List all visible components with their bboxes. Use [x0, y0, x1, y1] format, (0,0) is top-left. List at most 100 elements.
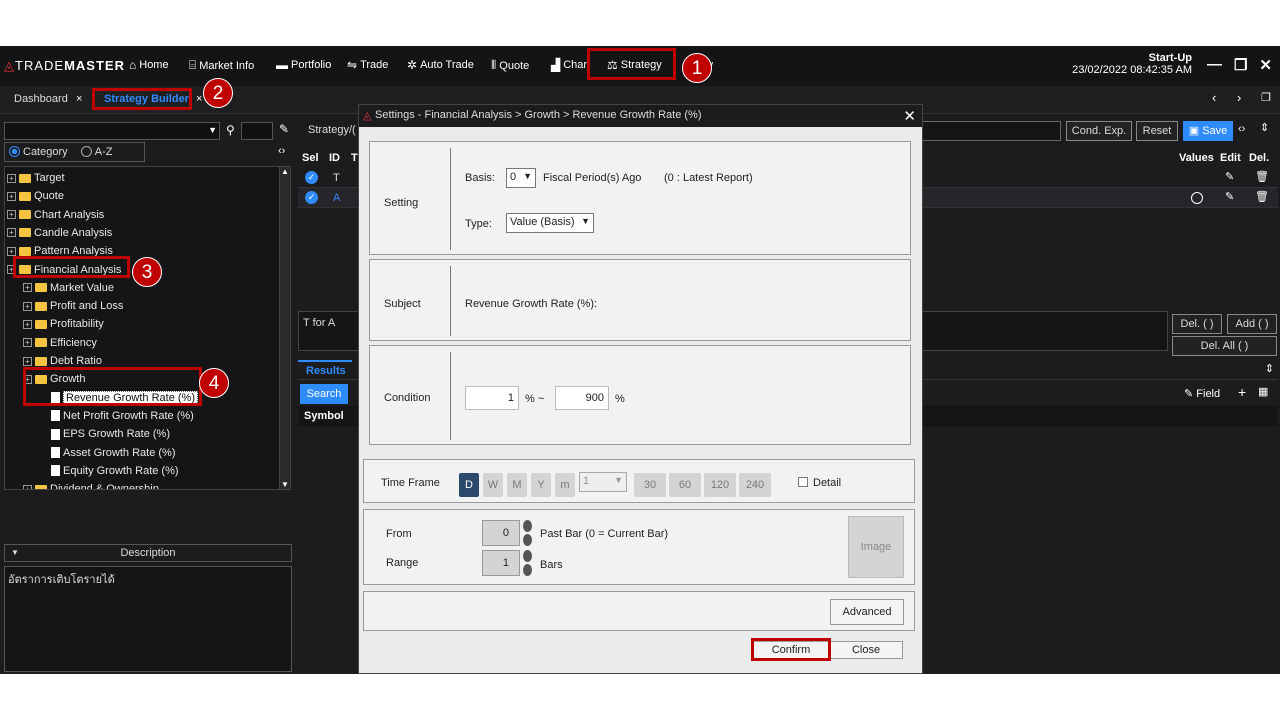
search-input[interactable] [241, 122, 273, 140]
document-icon [51, 428, 60, 440]
tf-30-button[interactable]: 30 [634, 473, 666, 497]
expand-toggle-icon[interactable]: + [23, 283, 32, 293]
type-select[interactable]: Value (Basis) ▼ [506, 213, 594, 233]
tf-day-button[interactable]: D [459, 473, 479, 497]
expand-toggle-icon[interactable]: + [23, 338, 32, 348]
strategy-name-input[interactable] [916, 121, 1061, 141]
condition-min-input[interactable]: 1 [465, 386, 519, 410]
tab-dashboard[interactable]: Dashboard [14, 93, 68, 105]
tf-minute-button[interactable]: m [555, 473, 575, 497]
close-icon[interactable]: × [196, 93, 202, 105]
range-stepper[interactable]: 1 [482, 550, 520, 576]
tf-week-button[interactable]: W [483, 473, 503, 497]
close-icon[interactable]: ✕ [903, 107, 916, 125]
tree-item[interactable]: + Profit and Loss [23, 297, 123, 315]
value-circle-icon[interactable] [1191, 192, 1203, 204]
grid-icon[interactable]: ▦ [1258, 385, 1268, 398]
del-all-button[interactable]: Del. All ( ) [1172, 336, 1277, 356]
tree-item[interactable]: EPS Growth Rate (%) [39, 425, 170, 443]
expand-toggle-icon[interactable]: + [7, 210, 16, 220]
code-icon[interactable]: ‹› [1238, 123, 1245, 135]
tree-item[interactable]: + Candle Analysis [7, 224, 112, 242]
field-button[interactable]: ✎ Field [1184, 387, 1220, 400]
minute-select[interactable]: 1 ▼ [579, 472, 627, 492]
chevron-left-icon[interactable]: ‹ [1212, 90, 1216, 105]
nav-home[interactable]: ⌂ Home [129, 58, 169, 72]
del-paren-button[interactable]: Del. ( ) [1172, 314, 1222, 334]
tree-item-label: Target [34, 172, 65, 184]
tree-item[interactable]: + Efficiency [23, 334, 97, 352]
restore-icon[interactable]: ❐ [1234, 56, 1247, 74]
tree-item[interactable]: Net Profit Growth Rate (%) [39, 407, 194, 425]
tree-item[interactable]: + Chart Analysis [7, 206, 104, 224]
nav-auto-trade[interactable]: ✲ Auto Trade [407, 58, 474, 72]
expand-toggle-icon[interactable]: + [23, 301, 32, 311]
search-button[interactable]: Search [300, 384, 348, 404]
expand-icon[interactable]: ⇕ [1265, 362, 1274, 375]
tree-item[interactable]: + Profitability [23, 315, 104, 333]
tree-item[interactable]: + Dividend & Ownership [23, 480, 159, 489]
tree-item[interactable]: + Target [7, 169, 65, 187]
stepper-arrows-icon[interactable] [523, 520, 532, 546]
add-paren-button[interactable]: Add ( ) [1227, 314, 1277, 334]
category-dropdown[interactable]: ▼ [4, 122, 220, 140]
tree-item[interactable]: + Market Value [23, 279, 114, 297]
expand-toggle-icon[interactable]: + [7, 228, 16, 238]
pencil-icon[interactable]: ✎ [1225, 170, 1234, 183]
stepper-arrows-icon[interactable] [523, 550, 532, 576]
cond-exp-button[interactable]: Cond. Exp. [1066, 121, 1132, 141]
tree-item[interactable]: Asset Growth Rate (%) [39, 444, 175, 462]
tf-240-button[interactable]: 240 [739, 473, 771, 497]
description-header[interactable]: ▼ Description [4, 544, 292, 562]
windows-icon[interactable]: ❐ [1261, 91, 1271, 104]
tf-month-button[interactable]: M [507, 473, 527, 497]
expand-icon[interactable]: ⇕ [1260, 121, 1269, 134]
tree-scrollbar[interactable]: ▲ ▼ [279, 166, 291, 490]
tf-year-button[interactable]: Y [531, 473, 551, 497]
minimize-icon[interactable]: — [1207, 56, 1222, 74]
pencil-icon[interactable]: ✎ [1225, 190, 1234, 203]
save-button[interactable]: ▣ Save [1183, 121, 1233, 141]
reset-button[interactable]: Reset [1136, 121, 1178, 141]
search-icon[interactable]: ⚲ [226, 123, 235, 137]
close-icon[interactable]: ✕ [1259, 56, 1272, 74]
expand-toggle-icon[interactable]: + [7, 191, 16, 201]
highlight-financial-analysis [13, 256, 130, 278]
check-icon[interactable]: ✓ [305, 191, 318, 204]
expand-toggle-icon[interactable]: + [7, 246, 16, 256]
advanced-button[interactable]: Advanced [830, 599, 904, 625]
nav-market-info[interactable]: ⌸ Market Info [189, 58, 254, 73]
az-radio[interactable] [80, 146, 92, 157]
expand-toggle-icon[interactable]: + [23, 356, 32, 366]
tree-item[interactable]: Equity Growth Rate (%) [39, 462, 179, 480]
current-datetime: 23/02/2022 08:42:35 AM [1072, 64, 1192, 76]
expand-toggle-icon[interactable]: + [7, 173, 16, 183]
add-icon[interactable]: + [1238, 384, 1246, 400]
folder-icon [19, 246, 31, 256]
check-icon[interactable]: ✓ [305, 171, 318, 184]
from-stepper[interactable]: 0 [482, 520, 520, 546]
tree-item[interactable]: + Quote [7, 187, 64, 205]
close-button[interactable]: Close [829, 641, 903, 659]
chevron-right-icon[interactable]: › [1237, 90, 1241, 105]
trash-icon[interactable]: 🗑 [1255, 190, 1269, 203]
nav-trade[interactable]: ⇋ Trade [347, 58, 388, 72]
detail-checkbox[interactable] [798, 477, 808, 487]
basis-select[interactable]: 0 ▼ [506, 168, 536, 188]
wrench-icon[interactable]: ✎ [279, 122, 289, 136]
trash-icon[interactable]: 🗑 [1255, 170, 1269, 183]
collapse-icon[interactable]: ‹› [278, 145, 285, 157]
category-radio[interactable] [9, 146, 20, 157]
tf-60-button[interactable]: 60 [669, 473, 701, 497]
app-logo: ◬TRADEMASTER [4, 58, 125, 73]
nav-portfolio[interactable]: ▬ Portfolio [276, 58, 331, 72]
nav-chart[interactable]: ▟ Char [551, 58, 587, 72]
scroll-down-icon[interactable]: ▼ [280, 480, 290, 489]
condition-max-input[interactable]: 900 [555, 386, 609, 410]
tf-120-button[interactable]: 120 [704, 473, 736, 497]
expand-toggle-icon[interactable]: + [23, 319, 32, 329]
nav-quote[interactable]: ⦀ Quote [491, 58, 529, 73]
expand-toggle-icon[interactable]: + [23, 484, 32, 489]
scroll-up-icon[interactable]: ▲ [280, 167, 290, 176]
close-icon[interactable]: × [76, 93, 82, 105]
